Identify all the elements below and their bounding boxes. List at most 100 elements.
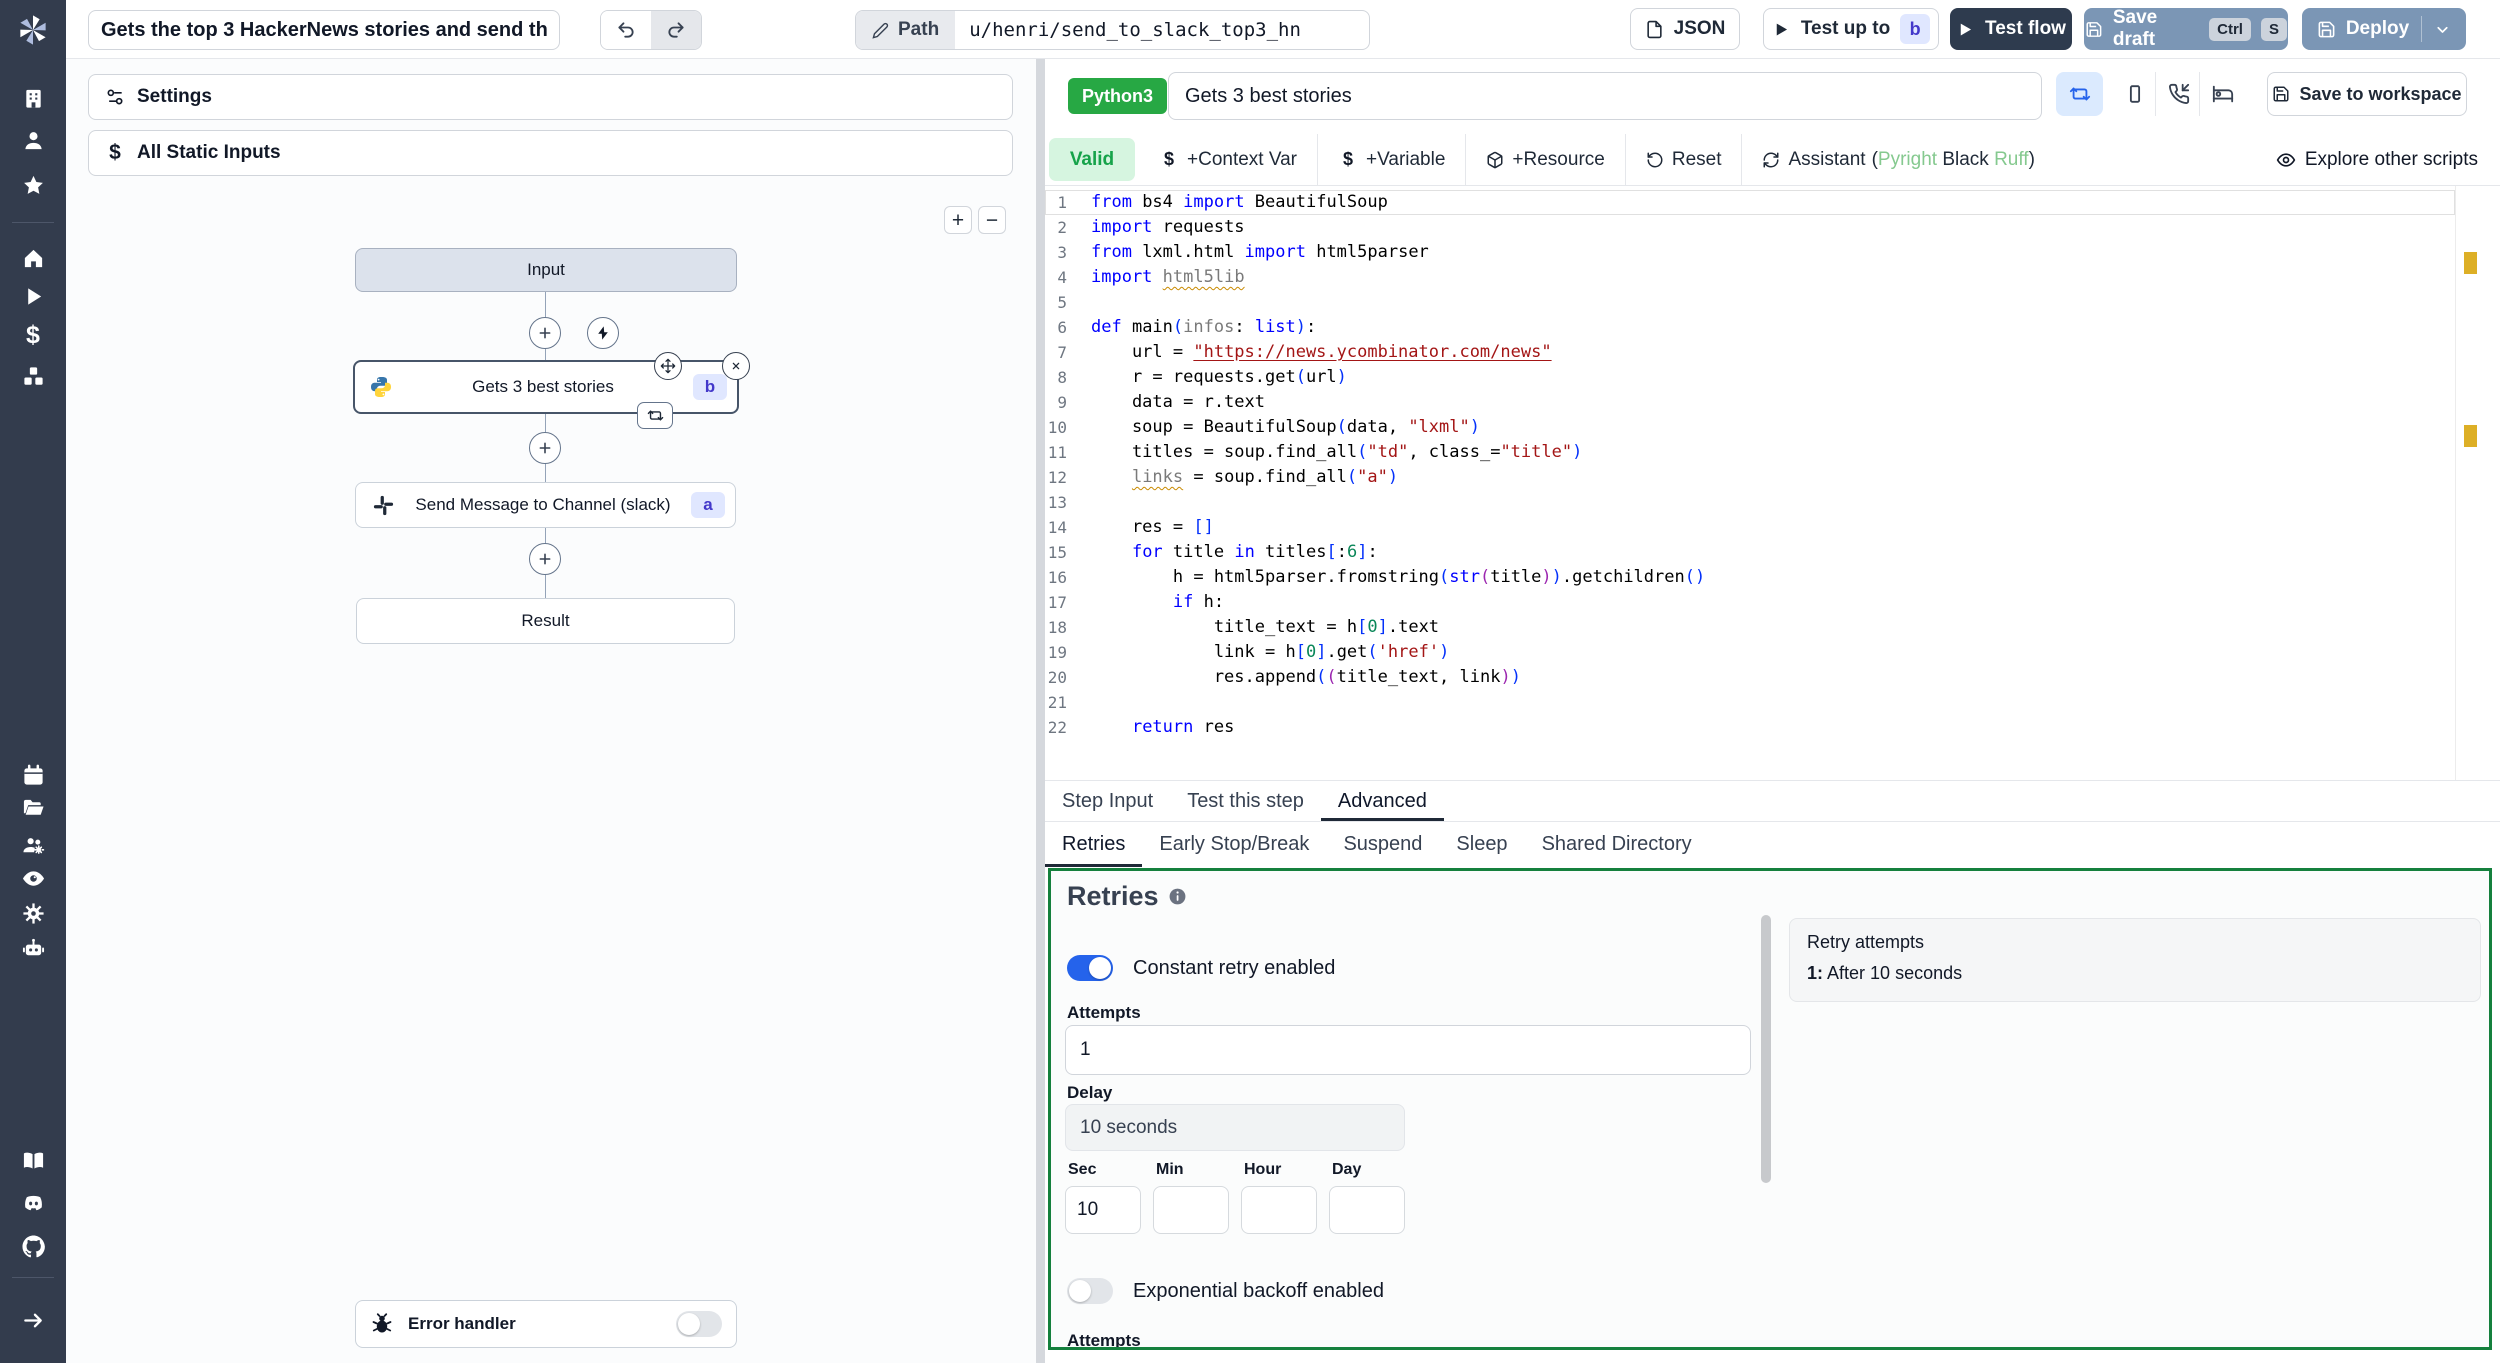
home-icon[interactable] <box>18 243 48 273</box>
test-up-to-button[interactable]: Test up to b <box>1763 8 1939 50</box>
windmill-logo-icon[interactable] <box>0 0 66 59</box>
explore-scripts-button[interactable]: Explore other scripts <box>2254 134 2500 185</box>
warning-marker[interactable] <box>2464 252 2477 274</box>
all-static-inputs-button[interactable]: $ All Static Inputs <box>88 130 1013 176</box>
add-step-button[interactable] <box>529 317 561 349</box>
code-line[interactable]: 9 data = r.text <box>1045 390 2455 415</box>
add-variable-button[interactable]: $ +Variable <box>1318 134 1467 185</box>
tab-step-input[interactable]: Step Input <box>1045 781 1170 821</box>
code-line[interactable]: 18 title_text = h[0].text <box>1045 615 2455 640</box>
min-input[interactable] <box>1153 1186 1229 1234</box>
eye-icon[interactable] <box>18 863 48 893</box>
code-line[interactable]: 1 from bs4 import BeautifulSoup <box>1045 190 2455 215</box>
code-line[interactable]: 10 soup = BeautifulSoup(data, "lxml") <box>1045 415 2455 440</box>
tab-shared-directory[interactable]: Shared Directory <box>1525 822 1709 867</box>
discord-icon[interactable] <box>18 1188 48 1218</box>
flow-settings-button[interactable]: Settings <box>88 74 1013 120</box>
tab-retries[interactable]: Retries <box>1045 822 1143 867</box>
users-gear-icon[interactable] <box>18 830 48 860</box>
building-icon[interactable] <box>18 83 48 113</box>
add-trigger-button[interactable] <box>587 317 619 349</box>
path-field[interactable]: Path u/henri/send_to_slack_top3_hn <box>855 10 1370 50</box>
boxes-icon[interactable] <box>18 361 48 391</box>
user-icon[interactable] <box>18 125 48 155</box>
delete-step-button[interactable] <box>722 352 750 380</box>
tab-test-this-step[interactable]: Test this step <box>1170 781 1321 821</box>
dollar-icon[interactable]: $ <box>18 320 48 350</box>
code-line[interactable]: 19 link = h[0].get('href') <box>1045 640 2455 665</box>
code-line[interactable]: 20 res.append((title_text, link)) <box>1045 665 2455 690</box>
sleep-shortcut-button[interactable] <box>2202 72 2244 116</box>
add-resource-button[interactable]: +Resource <box>1466 134 1626 185</box>
tab-suspend[interactable]: Suspend <box>1326 822 1439 867</box>
zoom-out-button[interactable]: − <box>978 206 1006 234</box>
warning-marker[interactable] <box>2464 425 2477 447</box>
call-shortcut-button[interactable] <box>2158 72 2200 116</box>
exponential-backoff-toggle[interactable] <box>1067 1278 1113 1304</box>
chevron-down-icon[interactable] <box>2434 21 2451 38</box>
tab-advanced[interactable]: Advanced <box>1320 781 1444 821</box>
code-line[interactable]: 22 return res <box>1045 715 2455 740</box>
play-icon[interactable] <box>18 281 48 311</box>
tab-early-stop-break[interactable]: Early Stop/Break <box>1142 822 1326 867</box>
sec-input[interactable] <box>1065 1186 1141 1234</box>
redo-button[interactable] <box>651 11 701 49</box>
flow-node-input[interactable]: Input <box>355 248 737 292</box>
code-line[interactable]: 8 r = requests.get(url) <box>1045 365 2455 390</box>
retries-shortcut-button[interactable] <box>2056 72 2103 116</box>
calendar-icon[interactable] <box>18 760 48 790</box>
undo-button[interactable] <box>601 11 651 49</box>
error-handler-node[interactable]: Error handler <box>355 1300 737 1348</box>
delay-input[interactable] <box>1065 1104 1405 1151</box>
scrollbar[interactable] <box>1761 915 1771 1183</box>
add-context-var-button[interactable]: $ +Context Var <box>1139 134 1319 185</box>
reset-button[interactable]: Reset <box>1626 134 1743 185</box>
code-line[interactable]: 5 <box>1045 290 2455 315</box>
flow-node-result[interactable]: Result <box>356 598 735 644</box>
add-step-button[interactable] <box>529 543 561 575</box>
book-open-icon[interactable] <box>18 1145 48 1175</box>
save-draft-button[interactable]: Save draft Ctrl S <box>2084 7 2288 50</box>
save-to-workspace-button[interactable]: Save to workspace <box>2267 72 2467 116</box>
code-editor[interactable]: 1 from bs4 import BeautifulSoup 2 import re… <box>1045 186 2455 780</box>
code-line[interactable]: 15 for title in titles[:6]: <box>1045 540 2455 565</box>
constant-retry-toggle[interactable] <box>1067 955 1113 981</box>
code-line[interactable]: 11 titles = soup.find_all("td", class_="… <box>1045 440 2455 465</box>
suspend-shortcut-button[interactable] <box>2114 72 2156 116</box>
panel-splitter[interactable] <box>1036 59 1045 1363</box>
error-handler-toggle[interactable] <box>676 1311 722 1337</box>
code-line[interactable]: 7 url = "https://news.ycombinator.com/ne… <box>1045 340 2455 365</box>
gear-icon[interactable] <box>18 898 48 928</box>
bot-icon[interactable] <box>18 933 48 963</box>
flow-node-step-a[interactable]: Send Message to Channel (slack) a <box>355 482 736 528</box>
assistant-button[interactable]: Assistant (Pyright Black Ruff) <box>1742 134 2054 185</box>
code-line[interactable]: 16 h = html5parser.fromstring(str(title)… <box>1045 565 2455 590</box>
code-line[interactable]: 2 import requests <box>1045 215 2455 240</box>
github-icon[interactable] <box>18 1231 48 1261</box>
day-input[interactable] <box>1329 1186 1405 1234</box>
retry-indicator-button[interactable] <box>637 402 673 429</box>
code-line[interactable]: 12 links = soup.find_all("a") <box>1045 465 2455 490</box>
star-icon[interactable] <box>18 170 48 200</box>
hour-input[interactable] <box>1241 1186 1317 1234</box>
flow-title-input[interactable] <box>88 10 560 50</box>
arrow-right-icon[interactable] <box>18 1305 48 1335</box>
folder-open-icon[interactable] <box>18 792 48 822</box>
step-name-input[interactable] <box>1168 72 2042 120</box>
code-line[interactable]: 14 res = [] <box>1045 515 2455 540</box>
code-line[interactable]: 3 from lxml.html import html5parser <box>1045 240 2455 265</box>
code-line[interactable]: 6 def main(infos: list): <box>1045 315 2455 340</box>
deploy-button[interactable]: Deploy <box>2302 8 2466 50</box>
test-flow-button[interactable]: Test flow <box>1950 8 2072 50</box>
code-line[interactable]: 4 import html5lib <box>1045 265 2455 290</box>
attempts-input[interactable] <box>1065 1025 1751 1075</box>
move-step-button[interactable] <box>654 352 682 380</box>
zoom-in-button[interactable]: + <box>944 206 972 234</box>
info-icon[interactable] <box>1168 887 1187 906</box>
tab-sleep[interactable]: Sleep <box>1439 822 1524 867</box>
code-line[interactable]: 21 <box>1045 690 2455 715</box>
code-line[interactable]: 17 if h: <box>1045 590 2455 615</box>
code-line[interactable]: 13 <box>1045 490 2455 515</box>
add-step-button[interactable] <box>529 432 561 464</box>
json-button[interactable]: JSON <box>1630 8 1740 50</box>
